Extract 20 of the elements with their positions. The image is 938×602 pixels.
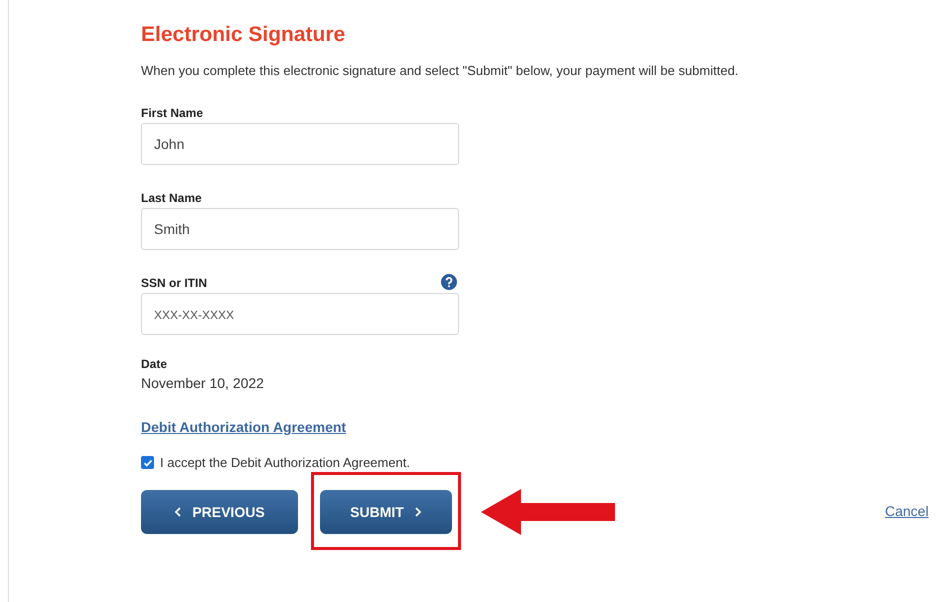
field-label: First Name bbox=[141, 106, 204, 120]
chevron-right-icon bbox=[414, 507, 422, 517]
intro-text: When you complete this electronic signature and select "Submit" below, your payment will be submitted. bbox=[141, 62, 740, 80]
field-label: Last Name bbox=[141, 191, 202, 205]
cancel-link[interactable]: Cancel bbox=[885, 503, 929, 519]
text-field[interactable]: XXX-XX-XXXX bbox=[141, 293, 459, 335]
date-label: Date bbox=[141, 357, 168, 371]
text-field[interactable]: Smith bbox=[141, 208, 459, 250]
submit-button[interactable]: SUBMIT bbox=[320, 490, 452, 534]
date-value: November 10, 2022 bbox=[141, 375, 265, 391]
help-icon[interactable] bbox=[441, 274, 457, 290]
section-heading: Electronic Signature bbox=[141, 22, 346, 48]
accept-label: I accept the Debit Authorization Agreement. bbox=[160, 455, 410, 470]
field-label: SSN or ITIN bbox=[141, 276, 208, 290]
accept-checkbox[interactable] bbox=[141, 456, 154, 469]
text-field[interactable]: John bbox=[141, 123, 459, 165]
arrow-icon bbox=[481, 487, 615, 537]
chevron-left-icon bbox=[174, 507, 182, 517]
agreement-link[interactable]: Debit Authorization Agreement bbox=[141, 419, 346, 435]
previous-button[interactable]: PREVIOUS bbox=[141, 490, 298, 534]
